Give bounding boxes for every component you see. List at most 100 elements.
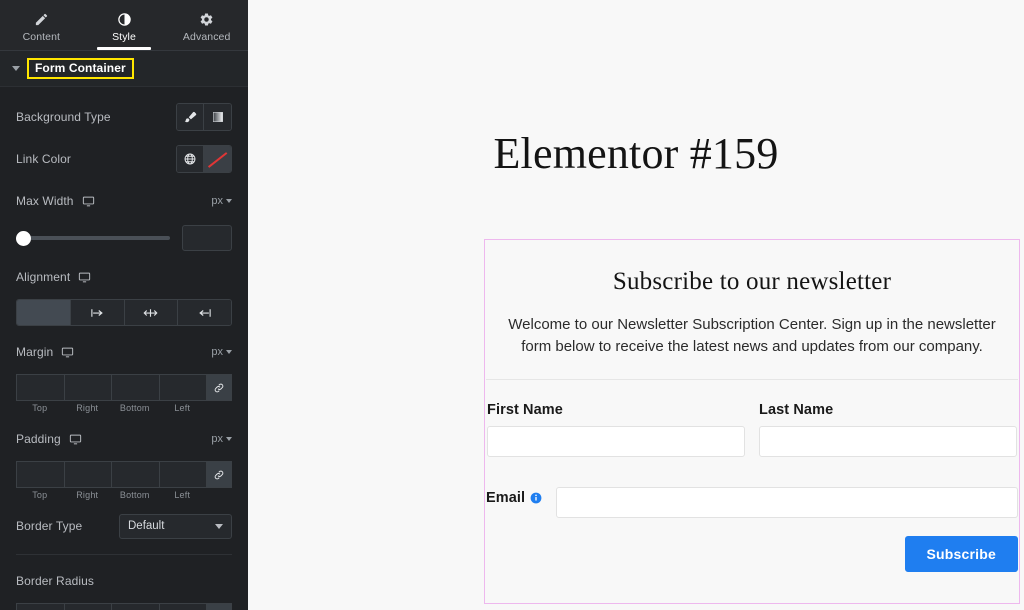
last-name-input[interactable]	[759, 426, 1017, 457]
background-classic-button[interactable]	[177, 104, 204, 130]
max-width-label: Max Width	[16, 194, 95, 208]
tab-content-label: Content	[23, 32, 60, 43]
chevron-down-icon	[215, 524, 223, 529]
background-type-buttons	[176, 103, 232, 131]
control-link-color: Link Color	[0, 143, 248, 175]
desktop-monitor-icon[interactable]	[61, 346, 74, 359]
border-type-value: Default	[128, 520, 164, 532]
tab-advanced[interactable]: Advanced	[165, 0, 248, 50]
margin-unit-select[interactable]: px	[211, 346, 232, 358]
email-field-row: Email	[486, 479, 1018, 518]
max-width-unit-select[interactable]: px	[211, 195, 232, 207]
link-color-swatch[interactable]	[204, 146, 231, 172]
padding-right-input[interactable]	[64, 461, 112, 488]
alignment-end-button[interactable]	[178, 300, 231, 325]
gradient-icon	[211, 110, 225, 124]
spacer	[206, 490, 232, 500]
padding-left-input[interactable]	[159, 461, 207, 488]
first-name-label: First Name	[487, 402, 745, 418]
max-width-slider[interactable]	[16, 230, 170, 246]
control-padding: Padding px	[0, 423, 248, 455]
border-radius-label: Border Radius	[16, 574, 94, 588]
link-icon	[213, 469, 225, 481]
link-color-buttons	[176, 145, 232, 173]
tab-content[interactable]: Content	[0, 0, 83, 50]
globe-icon	[183, 152, 197, 166]
control-alignment: Alignment	[0, 261, 248, 293]
padding-side-label: Top	[16, 490, 64, 500]
border-radius-bottom-input[interactable]	[111, 603, 159, 610]
border-type-label: Border Type	[16, 519, 82, 533]
max-width-slider-row	[0, 225, 248, 251]
form-container-widget[interactable]: Subscribe to our newsletter Welcome to o…	[484, 239, 1020, 604]
subscribe-button[interactable]: Subscribe	[905, 536, 1019, 572]
form-fields: First Name Last Name Email	[485, 402, 1019, 572]
gear-icon	[199, 12, 214, 27]
background-gradient-button[interactable]	[204, 104, 231, 130]
section-header-form-container[interactable]: Form Container	[0, 51, 248, 87]
tab-style[interactable]: Style	[83, 0, 166, 50]
margin-link-values-button[interactable]	[206, 374, 232, 401]
alignment-segmented-control	[16, 299, 232, 326]
divider	[16, 554, 232, 555]
padding-bottom-input[interactable]	[111, 461, 159, 488]
padding-side-label: Bottom	[111, 490, 159, 500]
max-width-unit-label: px	[211, 195, 223, 207]
padding-link-values-button[interactable]	[206, 461, 232, 488]
email-input[interactable]	[556, 487, 1018, 518]
control-background-type: Background Type	[0, 101, 248, 133]
padding-unit-select[interactable]: px	[211, 433, 232, 445]
info-icon[interactable]	[530, 492, 542, 504]
control-border-type: Border Type Default	[0, 510, 248, 542]
margin-side-labels: Top Right Bottom Left	[16, 403, 232, 413]
margin-right-input[interactable]	[64, 374, 112, 401]
margin-bottom-input[interactable]	[111, 374, 159, 401]
link-icon	[213, 382, 225, 394]
pencil-icon	[34, 12, 49, 27]
submit-row: Subscribe	[486, 536, 1018, 572]
form-intro-text: Welcome to our Newsletter Subscription C…	[495, 314, 1009, 358]
paintbrush-icon	[183, 110, 197, 124]
desktop-monitor-icon[interactable]	[69, 433, 82, 446]
spacer	[206, 403, 232, 413]
chevron-down-icon[interactable]	[12, 66, 20, 71]
background-type-label: Background Type	[16, 110, 111, 124]
tab-advanced-label: Advanced	[183, 32, 231, 43]
alignment-center-button[interactable]	[125, 300, 179, 325]
margin-left-input[interactable]	[159, 374, 207, 401]
border-radius-left-input[interactable]	[159, 603, 207, 610]
chevron-down-icon	[226, 350, 232, 354]
alignment-label: Alignment	[16, 270, 91, 284]
first-name-input[interactable]	[487, 426, 745, 457]
name-fields-row: First Name Last Name	[486, 402, 1018, 457]
form-heading: Subscribe to our newsletter	[485, 268, 1019, 296]
padding-side-label: Left	[159, 490, 207, 500]
elementor-editor: Content Style Advanced Form Container	[0, 0, 1024, 610]
margin-top-input[interactable]	[16, 374, 64, 401]
panel-controls: Background Type Link Color	[0, 87, 248, 610]
align-center-icon	[143, 307, 158, 319]
alignment-start-button[interactable]	[71, 300, 125, 325]
control-margin: Margin px	[0, 336, 248, 368]
slider-thumb[interactable]	[16, 231, 31, 246]
section-title: Form Container	[27, 58, 134, 80]
page-title: Elementor #159	[248, 128, 1024, 179]
padding-top-input[interactable]	[16, 461, 64, 488]
last-name-field-group: Last Name	[759, 402, 1017, 457]
email-label: Email	[486, 490, 542, 506]
chevron-down-icon	[226, 437, 232, 441]
border-radius-link-values-button[interactable]	[206, 603, 232, 610]
chevron-down-icon	[226, 199, 232, 203]
max-width-input[interactable]	[182, 225, 232, 251]
globe-icon-button[interactable]	[177, 146, 204, 172]
margin-label: Margin	[16, 345, 74, 359]
border-radius-right-input[interactable]	[64, 603, 112, 610]
desktop-monitor-icon[interactable]	[78, 271, 91, 284]
border-type-select[interactable]: Default	[119, 514, 232, 539]
desktop-monitor-icon[interactable]	[82, 195, 95, 208]
tab-style-label: Style	[112, 32, 136, 43]
alignment-default-button[interactable]	[17, 300, 71, 325]
margin-dimension-inputs	[16, 374, 232, 401]
border-radius-top-input[interactable]	[16, 603, 64, 610]
email-label-text: Email	[486, 490, 525, 506]
